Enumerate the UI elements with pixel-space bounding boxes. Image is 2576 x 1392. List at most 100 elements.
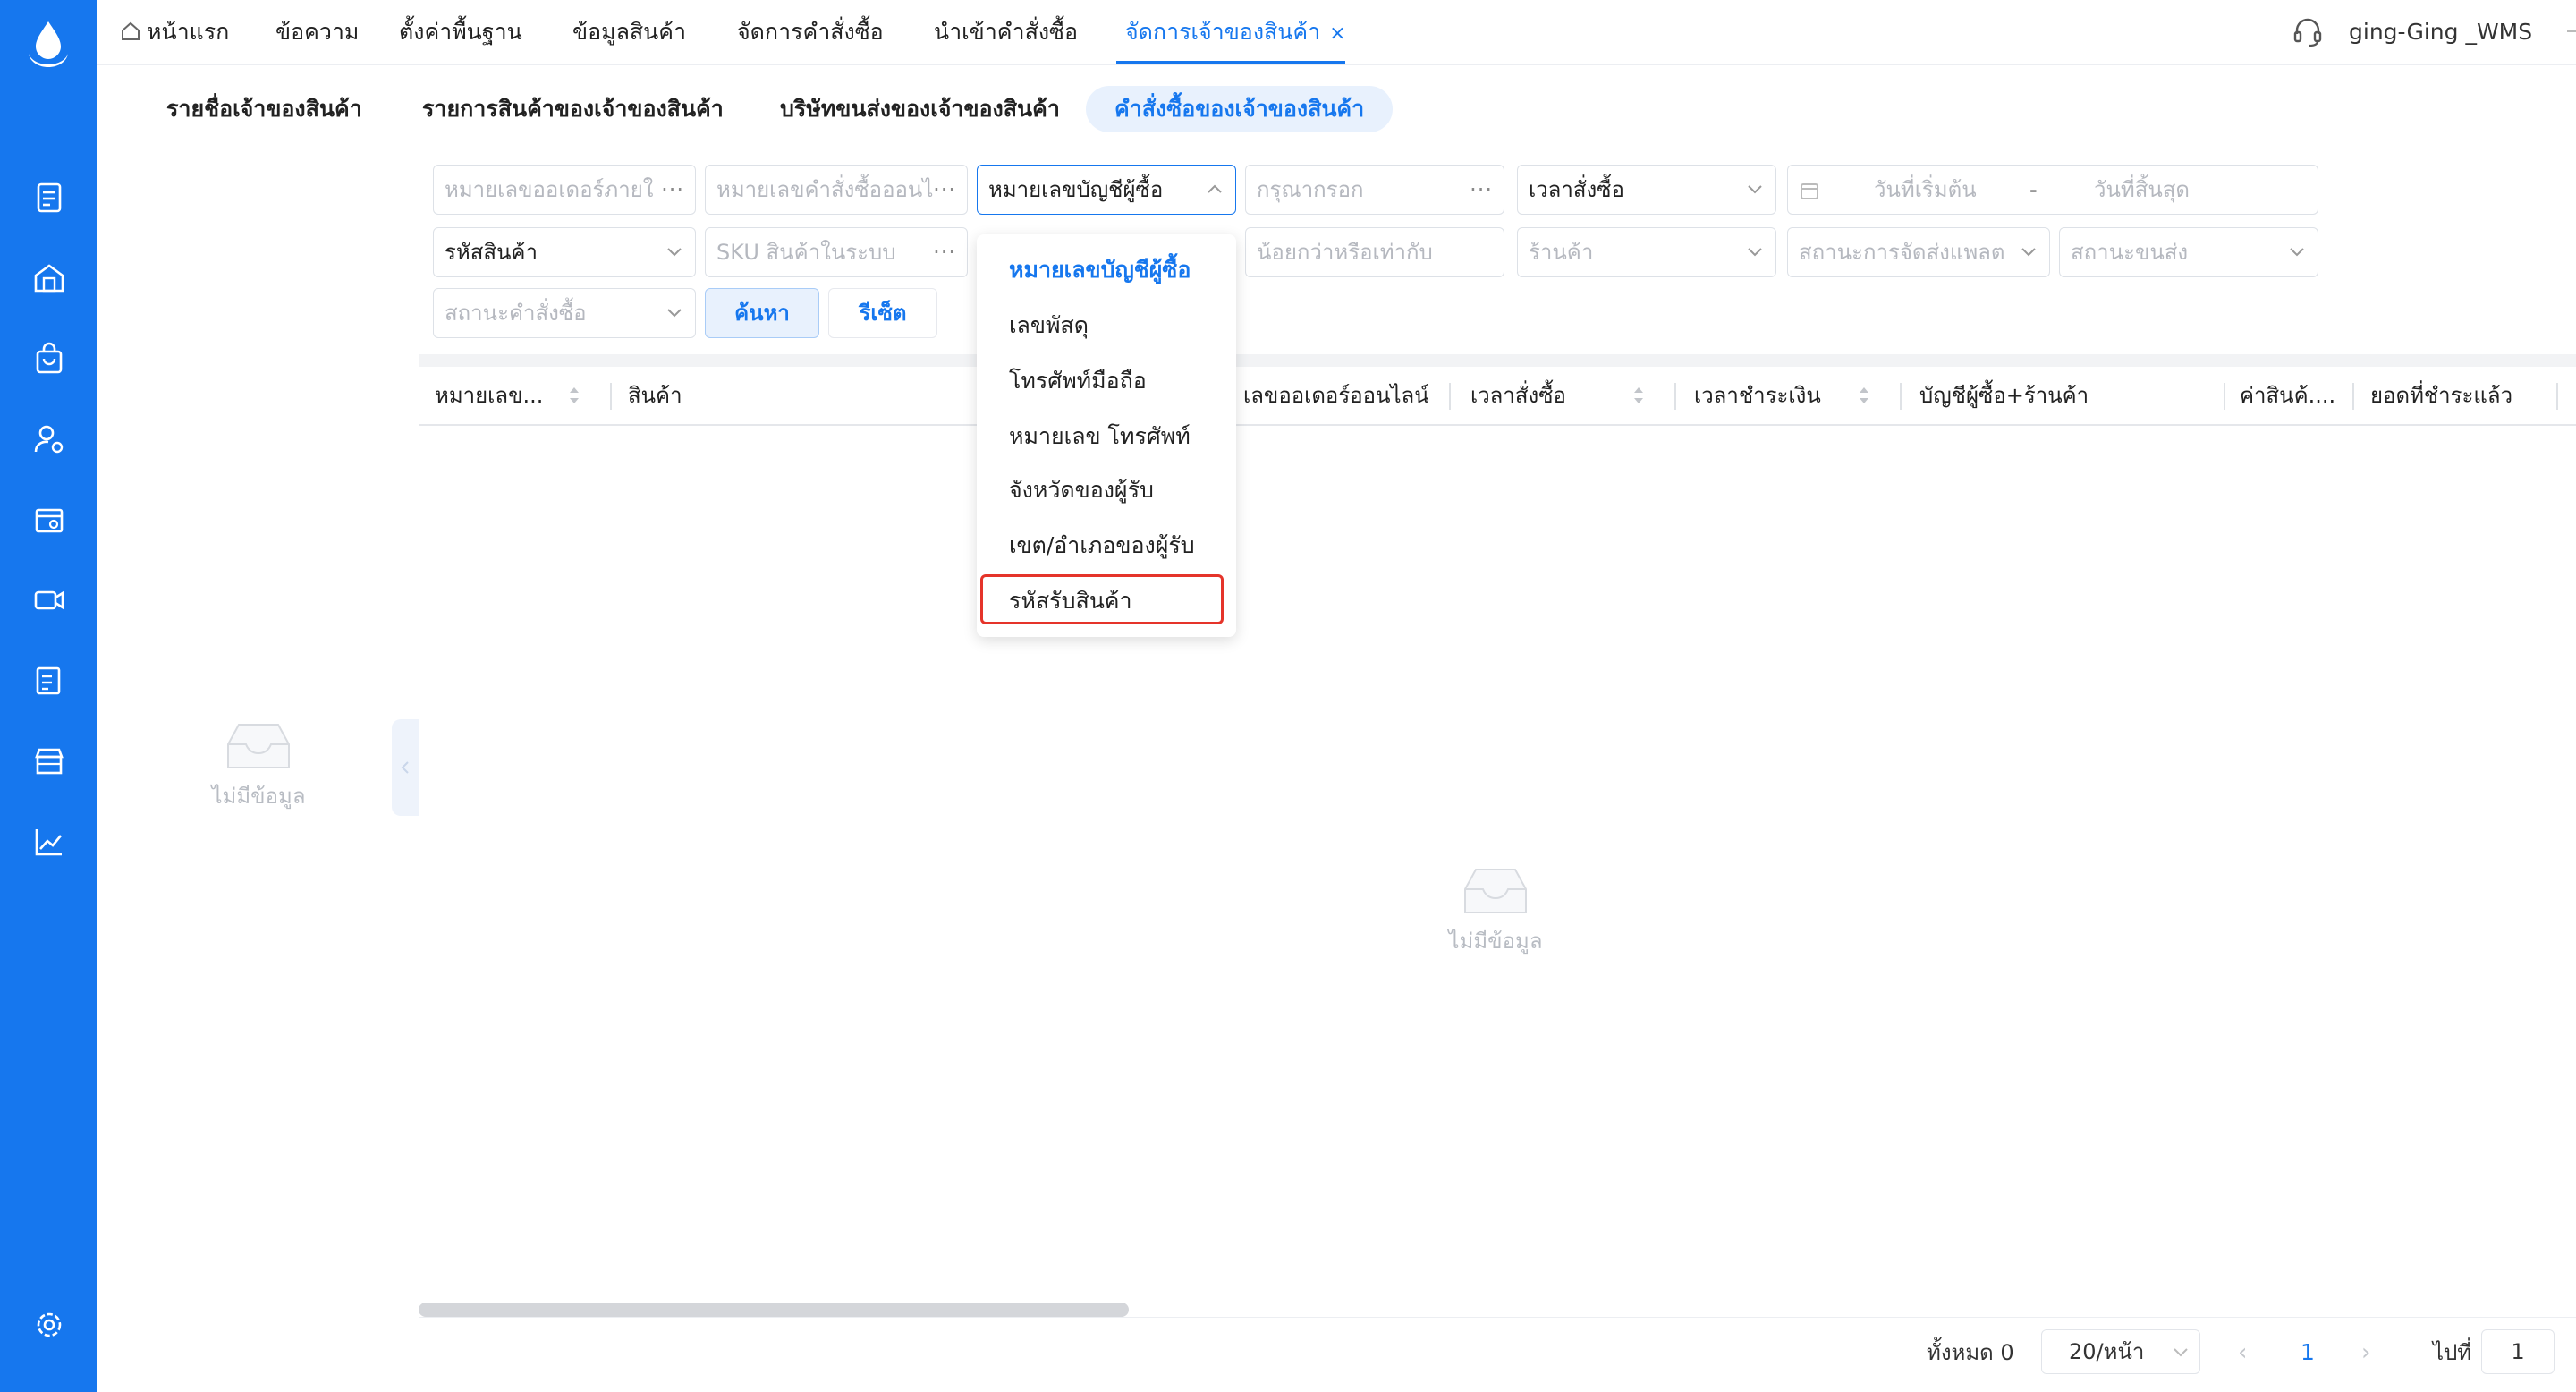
table-header: หมายเลข... สินค้า เลขออเดอร์ออนไลน์ เวลา… xyxy=(419,367,2576,426)
user-settings-icon[interactable] xyxy=(32,422,66,456)
tab-order-management[interactable]: จัดการคำสั่งซื้อ xyxy=(737,16,884,48)
selected-value: เวลาสั่งซื้อ xyxy=(1529,177,1624,202)
column-product[interactable]: สินค้า xyxy=(628,379,682,412)
platform-shipping-status-select[interactable]: สถานะการจัดส่งแพลต xyxy=(1787,227,2050,277)
storefront-icon[interactable] xyxy=(32,744,66,778)
subtab-owner-products[interactable]: รายการสินค้าของเจ้าของสินค้า xyxy=(422,93,724,125)
total-count: ทั้งหมด 0 xyxy=(1927,1340,2014,1365)
video-icon[interactable] xyxy=(32,583,66,617)
placeholder: SKU สินค้าในระบบ xyxy=(716,240,896,265)
more-options-icon[interactable]: ··· xyxy=(933,166,956,214)
goto-page-input[interactable]: 1 xyxy=(2481,1329,2555,1374)
current-page[interactable]: 1 xyxy=(2301,1337,2315,1369)
subtab-owner-list[interactable]: รายชื่อเจ้าของสินค้า xyxy=(166,93,362,125)
warehouse-icon[interactable] xyxy=(32,261,66,295)
header-edge-mark xyxy=(2567,30,2576,32)
more-options-icon[interactable]: ··· xyxy=(661,166,684,214)
report-edit-icon[interactable] xyxy=(32,664,66,698)
online-order-no-input[interactable]: หมายเลขคำสั่งซื้อออนไ ··· xyxy=(705,165,968,215)
selected-value: หมายเลขบัญชีผู้ซื้อ xyxy=(988,177,1164,202)
chevron-left-icon xyxy=(401,761,409,774)
chevron-down-icon xyxy=(2290,248,2304,257)
close-tab-icon[interactable]: × xyxy=(1329,22,1345,45)
tab-messages[interactable]: ข้อความ xyxy=(275,16,359,48)
chevron-down-icon xyxy=(2174,1348,2188,1357)
placeholder: สถานะคำสั่งซื้อ xyxy=(445,301,587,326)
store-settings-icon[interactable] xyxy=(32,503,66,537)
search-button[interactable]: ค้นหา xyxy=(705,288,819,338)
dropdown-option-district[interactable]: เขต/อำเภอของผู้รับ xyxy=(1009,530,1195,562)
chevron-up-icon xyxy=(1208,184,1222,193)
sku-input[interactable]: SKU สินค้าในระบบ ··· xyxy=(705,227,968,277)
column-buyer-shop[interactable]: บัญชีผู้ซื้อ+ร้านค้า xyxy=(1919,379,2089,412)
column-payment-time[interactable]: เวลาชำระเงิน xyxy=(1694,379,1821,412)
more-options-icon[interactable]: ··· xyxy=(933,228,956,276)
chevron-down-icon xyxy=(2021,248,2036,257)
tab-label: จัดการคำสั่งซื้อ xyxy=(737,19,884,45)
next-page-icon[interactable]: › xyxy=(2361,1337,2370,1369)
keyword-input[interactable]: กรุณากรอก ··· xyxy=(1245,165,1504,215)
quantity-input[interactable]: น้อยกว่าหรือเท่ากับ xyxy=(1245,227,1504,277)
placeholder: หมายเลขคำสั่งซื้อออนไ xyxy=(716,177,934,202)
analytics-chart-icon[interactable] xyxy=(32,825,66,859)
shipping-status-select[interactable]: สถานะขนส่ง xyxy=(2059,227,2318,277)
tab-product-info[interactable]: ข้อมูลสินค้า xyxy=(572,16,686,48)
sort-icon[interactable] xyxy=(1631,381,1646,410)
date-range-picker[interactable]: วันที่เริ่มต้น - วันที่สิ้นสุด xyxy=(1787,165,2318,215)
product-code-select[interactable]: รหัสสินค้า xyxy=(433,227,696,277)
external-order-no-input[interactable]: หมายเลขออเดอร์ภายใ ··· xyxy=(433,165,696,215)
sort-icon[interactable] xyxy=(567,381,581,410)
reset-button[interactable]: รีเซ็ต xyxy=(828,288,937,338)
left-sidebar xyxy=(0,0,97,1392)
tab-import-orders[interactable]: นำเข้าคำสั่งซื้อ xyxy=(934,16,1078,48)
subtab-owner-orders[interactable]: คำสั่งซื้อของเจ้าของสินค้า xyxy=(1086,86,1394,132)
active-tab-indicator xyxy=(1116,61,1345,64)
dropdown-option-buyer-account[interactable]: หมายเลขบัญชีผู้ซื้อ xyxy=(1009,254,1191,286)
sort-icon[interactable] xyxy=(1857,381,1871,410)
dropdown-option-phone[interactable]: หมายเลข โทรศัพท์ xyxy=(1009,420,1191,453)
tab-home[interactable]: หน้าแรก xyxy=(120,16,229,48)
end-date-placeholder: วันที่สิ้นสุด xyxy=(2094,177,2190,202)
pagination-divider xyxy=(419,1317,2576,1318)
shopping-bag-icon[interactable] xyxy=(32,342,66,376)
tab-owner-management[interactable]: จัดการเจ้าของสินค้า × xyxy=(1125,16,1346,50)
selected-value: รหัสสินค้า xyxy=(445,240,538,265)
tab-label: หน้าแรก xyxy=(147,19,230,45)
settings-gear-icon[interactable] xyxy=(32,1308,66,1342)
order-status-select[interactable]: สถานะคำสั่งซื้อ xyxy=(433,288,696,338)
dropdown-option-tracking-no[interactable]: เลขพัสดุ xyxy=(1009,310,1089,342)
tab-label: ตั้งค่าพื้นฐาน xyxy=(399,19,522,45)
document-icon[interactable] xyxy=(32,181,66,215)
user-account-name[interactable]: ging-Ging _WMS xyxy=(2349,16,2532,48)
more-options-icon[interactable]: ··· xyxy=(1470,166,1493,214)
horizontal-scrollbar[interactable] xyxy=(419,1303,1129,1317)
goto-label: ไปที่ xyxy=(2433,1340,2472,1365)
column-separator xyxy=(2556,383,2558,410)
empty-inbox-icon xyxy=(1464,869,1527,913)
dropdown-option-mobile[interactable]: โทรศัพท์มือถือ xyxy=(1009,365,1147,397)
column-online-order-no[interactable]: เลขออเดอร์ออนไลน์ xyxy=(1243,379,1429,412)
dropdown-option-province[interactable]: จังหวัดของผู้รับ xyxy=(1009,474,1154,506)
placeholder: กรุณากรอก xyxy=(1257,177,1364,202)
tab-label: ข้อความ xyxy=(275,19,360,45)
date-separator: - xyxy=(2029,177,2038,202)
column-separator xyxy=(1674,383,1676,410)
placeholder: สถานะการจัดส่งแพลต xyxy=(1799,240,2005,265)
column-separator xyxy=(610,383,612,410)
page-size-select[interactable]: 20/หน้า xyxy=(2041,1329,2200,1374)
prev-page-icon[interactable]: ‹ xyxy=(2238,1337,2247,1369)
search-type-select[interactable]: หมายเลขบัญชีผู้ซื้อ xyxy=(977,165,1236,215)
column-product-price[interactable]: ค่าสินค้.... xyxy=(2240,379,2335,412)
tab-basic-settings[interactable]: ตั้งค่าพื้นฐาน xyxy=(399,16,522,48)
collapse-panel-handle[interactable] xyxy=(392,719,419,816)
home-icon xyxy=(122,21,140,40)
column-paid-amount[interactable]: ยอดที่ชำระแล้ว xyxy=(2370,379,2512,412)
subtab-owner-carriers[interactable]: บริษัทขนส่งของเจ้าของสินค้า xyxy=(780,93,1060,125)
app-logo-icon[interactable] xyxy=(25,20,72,75)
column-order-time[interactable]: เวลาสั่งซื้อ xyxy=(1470,379,1566,412)
customer-service-headset-icon[interactable] xyxy=(2292,16,2324,48)
column-order-no[interactable]: หมายเลข... xyxy=(435,379,543,412)
shop-select[interactable]: ร้านค้า xyxy=(1517,227,1776,277)
calendar-icon xyxy=(1801,183,1818,199)
time-type-select[interactable]: เวลาสั่งซื้อ xyxy=(1517,165,1776,215)
